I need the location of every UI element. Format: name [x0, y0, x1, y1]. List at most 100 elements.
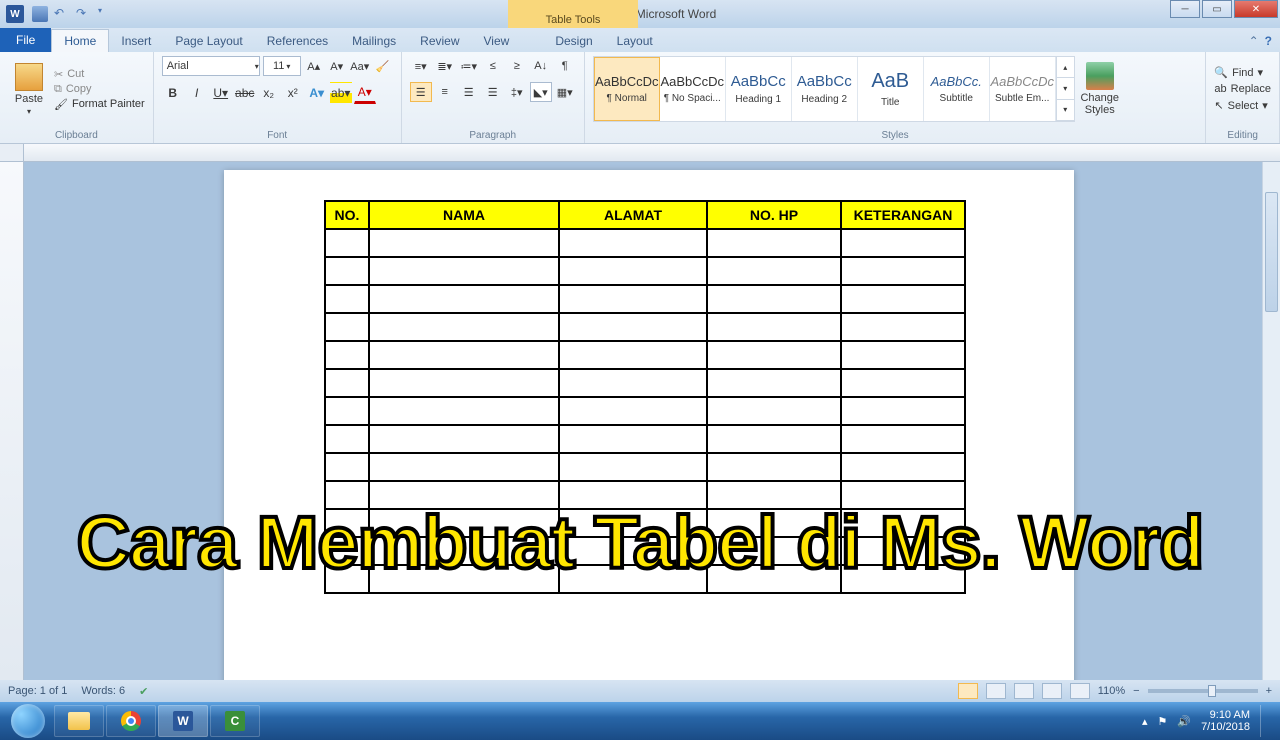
save-icon[interactable]: [32, 6, 48, 22]
table-row[interactable]: [325, 257, 965, 285]
taskbar-camtasia[interactable]: C: [210, 705, 260, 737]
table-cell[interactable]: [369, 313, 559, 341]
th-keterangan[interactable]: KETERANGAN: [841, 201, 965, 229]
qat-dropdown-icon[interactable]: ▾: [98, 6, 114, 22]
table-row[interactable]: [325, 341, 965, 369]
taskbar-explorer[interactable]: [54, 705, 104, 737]
tab-view[interactable]: View: [472, 30, 522, 52]
style-heading2[interactable]: AaBbCcHeading 2: [792, 57, 858, 121]
table-cell[interactable]: [707, 453, 841, 481]
tray-clock[interactable]: 9:10 AM 7/10/2018: [1201, 709, 1250, 733]
table-cell[interactable]: [559, 229, 707, 257]
tray-flag-icon[interactable]: ⚑: [1157, 715, 1167, 728]
view-web-layout[interactable]: [1014, 683, 1034, 699]
tray-show-hidden-icon[interactable]: ▴: [1142, 715, 1148, 728]
superscript-button[interactable]: x²: [282, 82, 304, 104]
table-cell[interactable]: [707, 229, 841, 257]
styles-more-button[interactable]: ▴▾▾: [1056, 57, 1074, 121]
shading-button[interactable]: ◣▾: [530, 82, 552, 102]
font-color-button[interactable]: A▾: [354, 82, 376, 104]
table-cell[interactable]: [841, 369, 965, 397]
table-cell[interactable]: [707, 397, 841, 425]
view-outline[interactable]: [1042, 683, 1062, 699]
text-effects-button[interactable]: A▾: [306, 82, 328, 104]
table-cell[interactable]: [841, 257, 965, 285]
clear-formatting-button[interactable]: 🧹: [373, 56, 393, 76]
increase-indent-button[interactable]: ≥: [506, 56, 528, 76]
table-cell[interactable]: [559, 341, 707, 369]
zoom-slider[interactable]: [1148, 689, 1258, 693]
tab-layout[interactable]: Layout: [605, 30, 665, 52]
show-marks-button[interactable]: ¶: [554, 56, 576, 76]
table-cell[interactable]: [707, 369, 841, 397]
style-subtle-em[interactable]: AaBbCcDcSubtle Em...: [990, 57, 1056, 121]
view-full-screen[interactable]: [986, 683, 1006, 699]
scrollbar-thumb[interactable]: [1265, 192, 1278, 312]
tab-mailings[interactable]: Mailings: [340, 30, 408, 52]
table-cell[interactable]: [559, 313, 707, 341]
table-cell[interactable]: [841, 341, 965, 369]
table-cell[interactable]: [559, 257, 707, 285]
bullets-button[interactable]: ≡▾: [410, 56, 432, 76]
table-cell[interactable]: [841, 313, 965, 341]
table-cell[interactable]: [369, 453, 559, 481]
table-cell[interactable]: [707, 341, 841, 369]
table-cell[interactable]: [325, 257, 369, 285]
bold-button[interactable]: B: [162, 82, 184, 104]
th-nohp[interactable]: NO. HP: [707, 201, 841, 229]
table-row[interactable]: [325, 397, 965, 425]
vertical-ruler[interactable]: [0, 162, 24, 680]
align-right-button[interactable]: ☰: [458, 82, 480, 102]
multilevel-button[interactable]: ≔▾: [458, 56, 480, 76]
table-row[interactable]: [325, 453, 965, 481]
justify-button[interactable]: ☰: [482, 82, 504, 102]
underline-button[interactable]: U▾: [210, 82, 232, 104]
table-cell[interactable]: [325, 341, 369, 369]
style-heading1[interactable]: AaBbCcHeading 1: [726, 57, 792, 121]
close-button[interactable]: ✕: [1234, 0, 1278, 18]
tab-home[interactable]: Home: [51, 29, 109, 52]
paste-button[interactable]: Paste ▾: [8, 56, 50, 122]
show-desktop-button[interactable]: [1260, 705, 1270, 737]
view-draft[interactable]: [1070, 683, 1090, 699]
maximize-button[interactable]: ▭: [1202, 0, 1232, 18]
table-cell[interactable]: [841, 229, 965, 257]
table-row[interactable]: [325, 425, 965, 453]
table-row[interactable]: [325, 313, 965, 341]
subscript-button[interactable]: x₂: [258, 82, 280, 104]
table-cell[interactable]: [369, 229, 559, 257]
tab-review[interactable]: Review: [408, 30, 471, 52]
table-cell[interactable]: [559, 369, 707, 397]
zoom-in-button[interactable]: +: [1266, 685, 1272, 697]
table-cell[interactable]: [707, 313, 841, 341]
th-nama[interactable]: NAMA: [369, 201, 559, 229]
cut-button[interactable]: ✂Cut: [54, 68, 145, 81]
table-cell[interactable]: [325, 285, 369, 313]
style-subtitle[interactable]: AaBbCc.Subtitle: [924, 57, 990, 121]
highlight-button[interactable]: ab▾: [330, 82, 352, 104]
table-cell[interactable]: [369, 341, 559, 369]
tray-volume-icon[interactable]: 🔊: [1177, 715, 1191, 728]
table-cell[interactable]: [369, 285, 559, 313]
table-cell[interactable]: [369, 257, 559, 285]
tab-references[interactable]: References: [255, 30, 340, 52]
borders-button[interactable]: ▦▾: [554, 82, 576, 102]
select-button[interactable]: ↖Select ▾: [1214, 99, 1271, 112]
horizontal-ruler[interactable]: [24, 144, 1280, 162]
change-styles-button[interactable]: Change Styles: [1079, 56, 1121, 122]
table-cell[interactable]: [841, 453, 965, 481]
table-cell[interactable]: [707, 425, 841, 453]
taskbar-chrome[interactable]: [106, 705, 156, 737]
table-cell[interactable]: [325, 425, 369, 453]
format-painter-button[interactable]: 🖌Format Painter: [54, 98, 145, 111]
numbering-button[interactable]: ≣▾: [434, 56, 456, 76]
copy-button[interactable]: ⧉Copy: [54, 83, 145, 96]
table-cell[interactable]: [841, 425, 965, 453]
table-cell[interactable]: [369, 369, 559, 397]
tab-design[interactable]: Design: [543, 30, 604, 52]
table-cell[interactable]: [369, 397, 559, 425]
table-cell[interactable]: [369, 425, 559, 453]
help-icon[interactable]: ?: [1265, 34, 1272, 48]
start-button[interactable]: [4, 702, 52, 740]
table-cell[interactable]: [325, 369, 369, 397]
